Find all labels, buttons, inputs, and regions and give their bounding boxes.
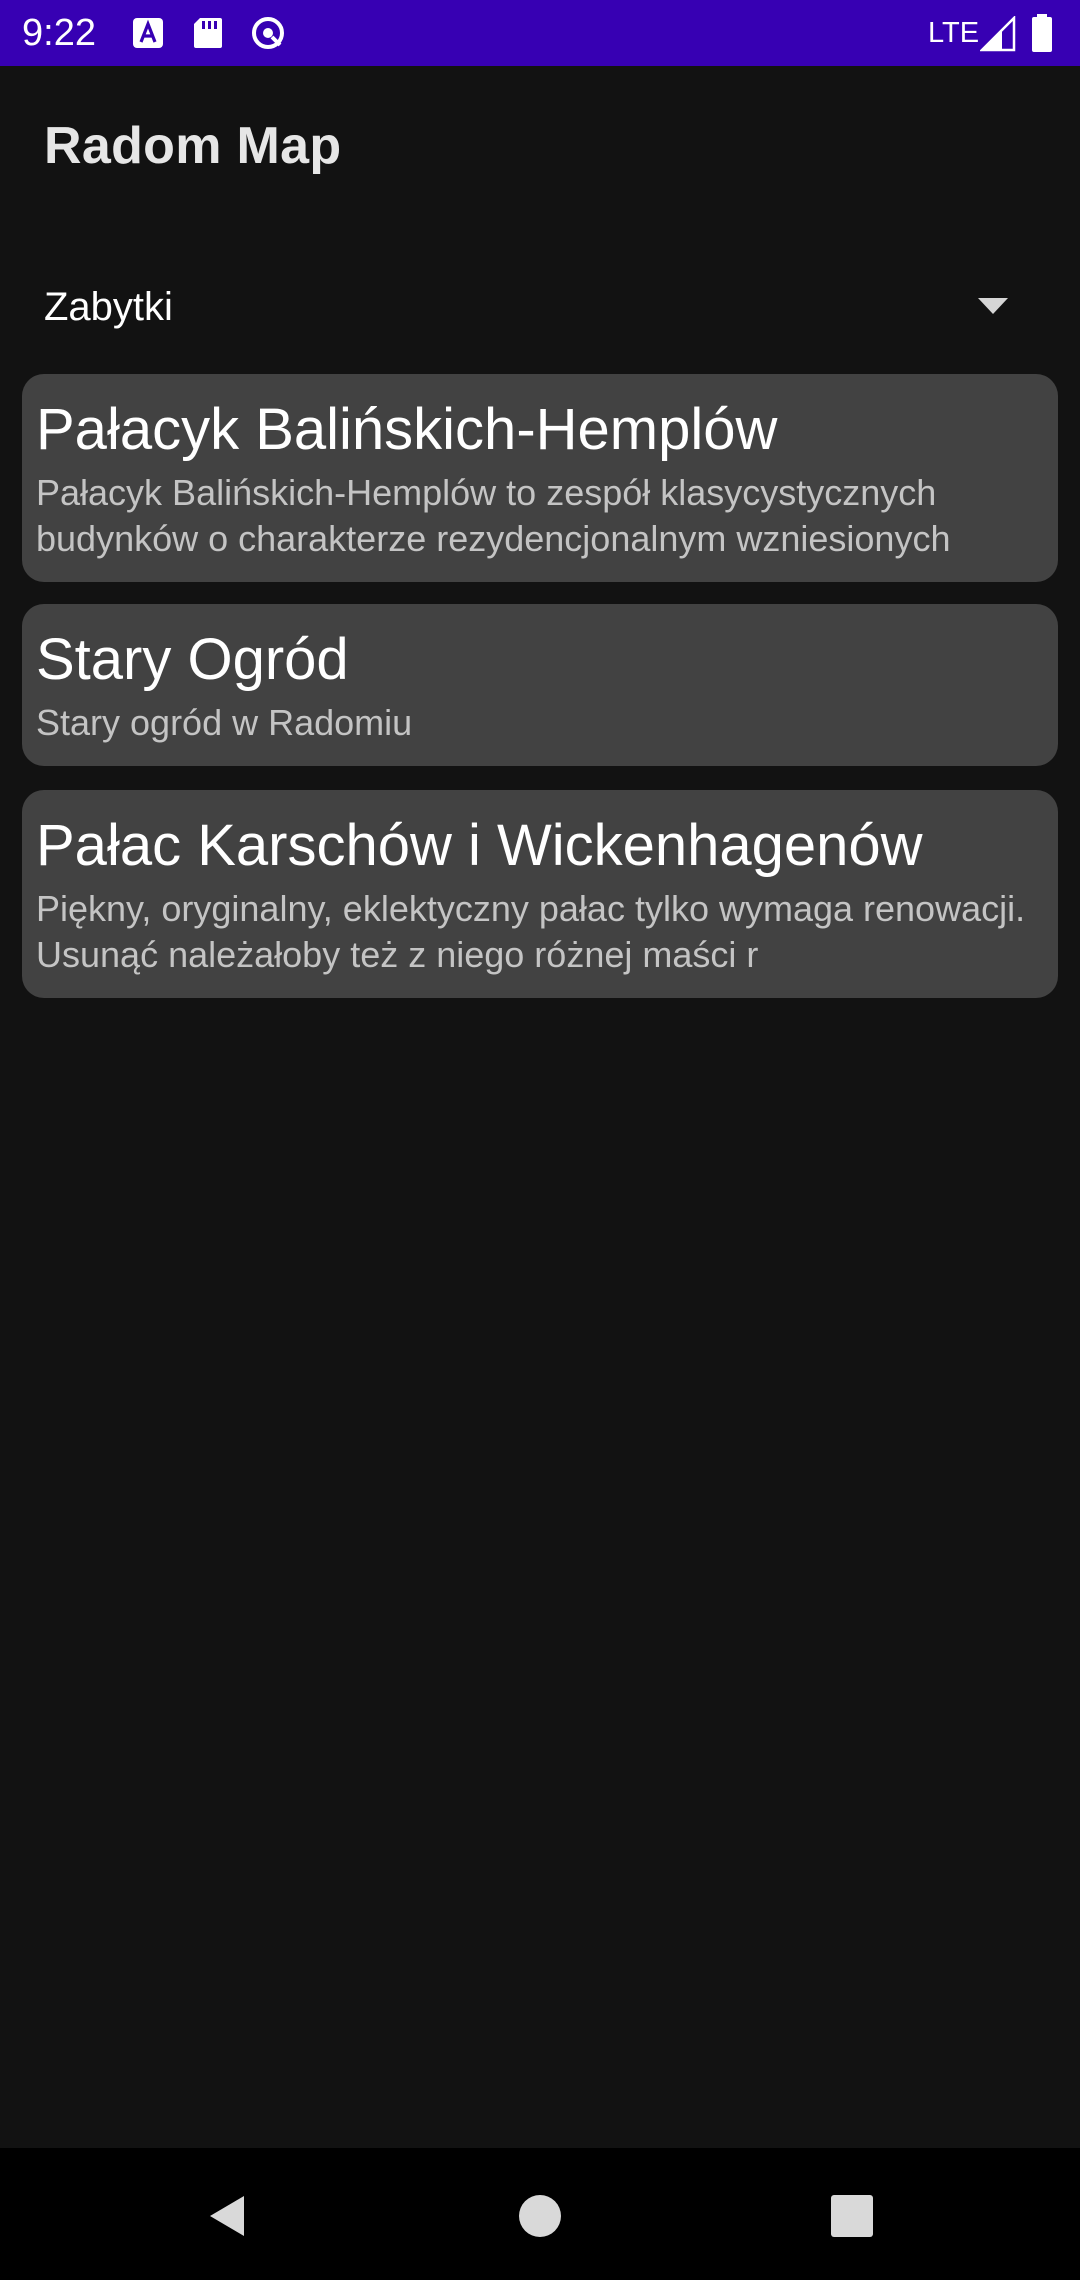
category-dropdown[interactable]: Zabytki (0, 270, 1080, 350)
place-description: Pałacyk Balińskich-Hemplów to zespół kla… (36, 472, 951, 559)
category-dropdown-value: Zabytki (44, 285, 173, 329)
no-data-saver-icon (252, 17, 284, 49)
place-card[interactable]: Stary Ogród Stary ogród w Radomiu (22, 604, 1058, 766)
back-icon[interactable] (204, 2192, 252, 2240)
place-card[interactable]: Pałac Karschów i Wickenhagenów Piękny, o… (22, 790, 1058, 998)
dropdown-arrow-icon (978, 298, 1008, 314)
signal-icon (980, 16, 1016, 52)
home-icon[interactable] (516, 2192, 564, 2240)
app-title: Radom Map (44, 117, 342, 175)
place-description: Piękny, oryginalny, eklektyczny pałac ty… (36, 888, 1026, 975)
status-bar: 9:22 LTE (0, 0, 1080, 66)
a-notification-icon (133, 18, 163, 48)
network-type: LTE (928, 17, 980, 49)
navigation-bar (0, 2148, 1080, 2280)
sd-card-icon (194, 18, 222, 48)
place-title: Pałac Karschów i Wickenhagenów (36, 813, 923, 878)
battery-icon (1032, 14, 1052, 52)
place-card[interactable]: Pałacyk Balińskich-Hemplów Pałacyk Baliń… (22, 374, 1058, 582)
place-description: Stary ogród w Radomiu (36, 702, 413, 743)
place-title: Pałacyk Balińskich-Hemplów (36, 397, 778, 462)
app-screen: 9:22 LTE Radom Map Zabytki Pałacyk Baliń… (0, 0, 1080, 2280)
status-time: 9:22 (22, 12, 96, 54)
place-title: Stary Ogród (36, 627, 349, 692)
recents-icon[interactable] (828, 2192, 876, 2240)
